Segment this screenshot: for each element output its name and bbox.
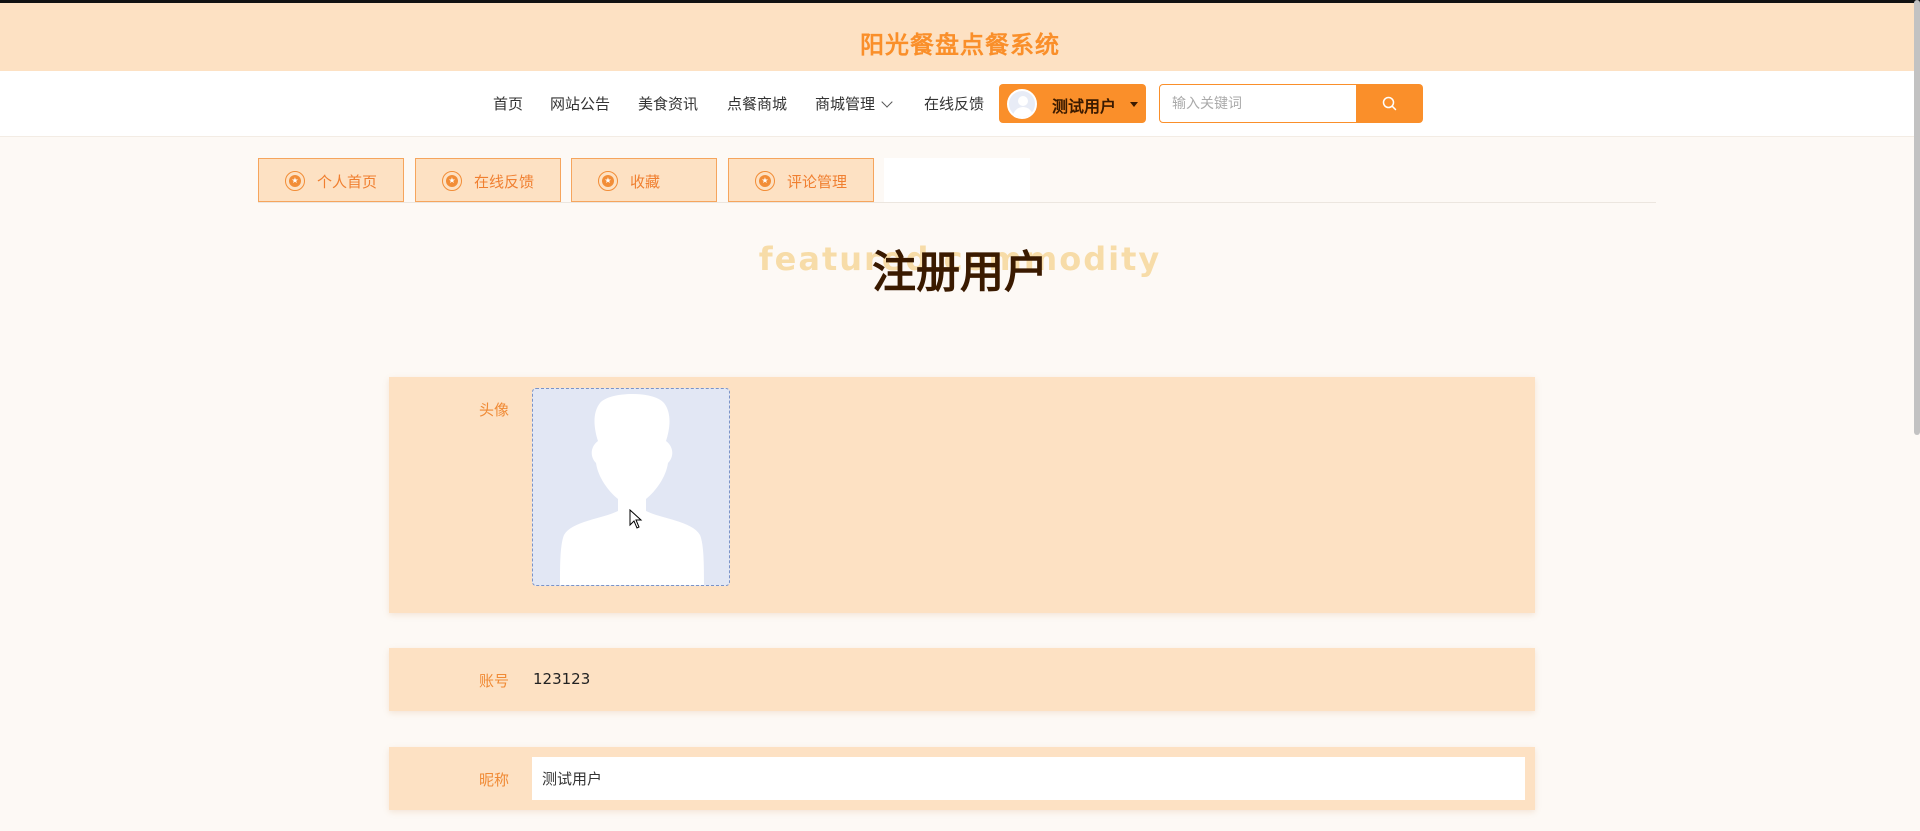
nav-item-feedback[interactable]: 在线反馈: [924, 93, 984, 114]
site-title: 阳光餐盘点餐系统: [860, 31, 1060, 59]
tab-placeholder: [884, 158, 1030, 202]
tab-feedback[interactable]: ★ 在线反馈: [415, 158, 561, 202]
account-label: 账号: [478, 672, 509, 690]
user-name: 测试用户: [1052, 97, 1117, 116]
avatar-upload[interactable]: [532, 388, 730, 586]
search-input[interactable]: [1159, 84, 1357, 123]
form-row-avatar: 头像: [389, 377, 1535, 613]
star-badge-icon: ★: [755, 171, 775, 191]
avatar: [1007, 89, 1037, 119]
tab-personal-home[interactable]: ★ 个人首页: [258, 158, 404, 202]
nav-item-home[interactable]: 首页: [493, 93, 523, 114]
caret-down-icon: [1130, 102, 1138, 107]
nav-item-mall-management[interactable]: 商城管理: [815, 93, 893, 114]
mouse-cursor-icon: [629, 509, 643, 529]
avatar-label: 头像: [478, 401, 509, 419]
nav-item-mall-management-label: 商城管理: [815, 95, 876, 113]
nickname-label: 昵称: [478, 771, 509, 789]
user-menu-button[interactable]: 测试用户: [999, 84, 1146, 123]
tab-label: 评论管理: [787, 173, 848, 191]
top-banner: 阳光餐盘点餐系统: [0, 0, 1920, 71]
form-row-account: 账号 123123: [389, 648, 1535, 711]
search-button[interactable]: [1356, 84, 1423, 123]
nav-bar: 首页 网站公告 美食资讯 点餐商城 商城管理 在线反馈 测试用户: [0, 71, 1920, 137]
default-avatar-icon: [560, 394, 704, 585]
tab-divider: [258, 202, 1656, 203]
page-title: 注册用户: [872, 247, 1048, 298]
nav-item-announcements[interactable]: 网站公告: [550, 93, 610, 114]
star-badge-icon: ★: [285, 171, 305, 191]
tab-label: 收藏: [630, 173, 661, 191]
search-icon: [1382, 96, 1397, 111]
star-badge-icon: ★: [442, 171, 462, 191]
tab-label: 个人首页: [317, 173, 378, 191]
scrollbar[interactable]: [1914, 0, 1920, 435]
star-badge-icon: ★: [598, 171, 618, 191]
nav-item-food-news[interactable]: 美食资讯: [638, 93, 698, 114]
account-value: 123123: [533, 670, 591, 688]
tab-favorites[interactable]: ★ 收藏: [571, 158, 717, 202]
chevron-down-icon: [881, 96, 893, 108]
form-row-nickname: 昵称: [389, 747, 1535, 810]
tab-comment-management[interactable]: ★ 评论管理: [728, 158, 874, 202]
nav-item-order-mall[interactable]: 点餐商城: [727, 93, 787, 114]
nickname-input[interactable]: [532, 757, 1525, 800]
tab-label: 在线反馈: [474, 173, 535, 191]
